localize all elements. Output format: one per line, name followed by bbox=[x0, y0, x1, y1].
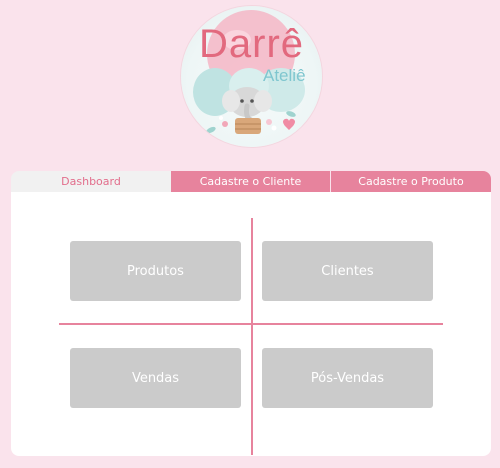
tab-bar: Dashboard Cadastre o Cliente Cadastre o … bbox=[11, 171, 491, 192]
logo-title: Darrê bbox=[198, 22, 305, 66]
clientes-button[interactable]: Clientes bbox=[262, 241, 433, 301]
vendas-button[interactable]: Vendas bbox=[70, 348, 241, 408]
tab-dashboard[interactable]: Dashboard bbox=[11, 171, 171, 192]
produtos-button[interactable]: Produtos bbox=[70, 241, 241, 301]
tab-cadastre-cliente[interactable]: Cadastre o Cliente bbox=[171, 171, 331, 192]
vertical-divider bbox=[251, 218, 253, 455]
tab-cadastre-produto[interactable]: Cadastre o Produto bbox=[331, 171, 491, 192]
horizontal-divider bbox=[59, 323, 443, 325]
logo-subtitle: Ateliê bbox=[263, 66, 306, 85]
brand-logo: Darrê Ateliê bbox=[181, 6, 322, 147]
pos-vendas-button[interactable]: Pós-Vendas bbox=[262, 348, 433, 408]
